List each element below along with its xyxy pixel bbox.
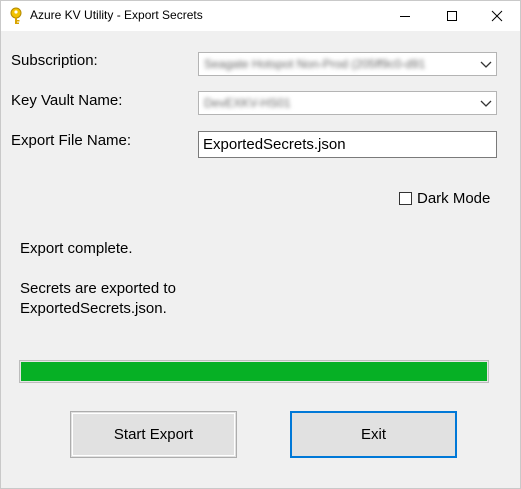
filename-value: ExportedSecrets.json bbox=[203, 136, 346, 153]
darkmode-toggle[interactable]: Dark Mode bbox=[399, 190, 490, 207]
start-export-button[interactable]: Start Export bbox=[70, 411, 237, 458]
minimize-button[interactable] bbox=[382, 1, 428, 31]
maximize-button[interactable] bbox=[429, 1, 475, 31]
title-bar[interactable]: Azure KV Utility - Export Secrets bbox=[1, 1, 520, 31]
minimize-icon bbox=[400, 16, 410, 17]
subscription-label: Subscription: bbox=[11, 52, 98, 69]
exit-button[interactable]: Exit bbox=[290, 411, 457, 458]
chevron-down-icon bbox=[480, 100, 492, 107]
close-button[interactable] bbox=[474, 1, 520, 31]
subscription-value: Seagate Hotspot Non-Prod (205ff9c0-d91 bbox=[204, 57, 426, 71]
keyvault-label: Key Vault Name: bbox=[11, 92, 123, 109]
start-export-label: Start Export bbox=[113, 426, 194, 443]
darkmode-label: Dark Mode bbox=[417, 190, 491, 207]
maximize-icon bbox=[447, 11, 457, 21]
keyvault-value: DevEXKV-HS01 bbox=[204, 96, 291, 110]
key-icon bbox=[8, 7, 24, 25]
window-title: Azure KV Utility - Export Secrets bbox=[30, 8, 203, 22]
filename-label: Export File Name: bbox=[11, 132, 132, 149]
exit-label: Exit bbox=[360, 426, 386, 443]
status-detail-line2: ExportedSecrets.json. bbox=[20, 300, 167, 317]
close-icon bbox=[491, 10, 503, 22]
keyvault-select[interactable]: DevEXKV-HS01 bbox=[198, 91, 497, 115]
progress-fill bbox=[21, 362, 487, 381]
filename-input[interactable]: ExportedSecrets.json bbox=[198, 131, 497, 158]
status-detail-line1: Secrets are exported to bbox=[20, 280, 176, 297]
chevron-down-icon bbox=[480, 61, 492, 68]
darkmode-checkbox[interactable] bbox=[399, 192, 412, 205]
subscription-select[interactable]: Seagate Hotspot Non-Prod (205ff9c0-d91 bbox=[198, 52, 497, 76]
progress-bar bbox=[19, 360, 489, 383]
status-message: Export complete. bbox=[20, 240, 133, 257]
app-window: Azure KV Utility - Export Secrets Subscr… bbox=[0, 0, 521, 489]
